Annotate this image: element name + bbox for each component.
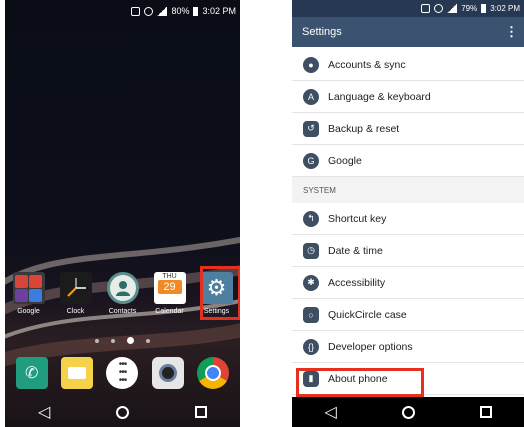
settings-item-label: Google: [328, 154, 362, 167]
status-bar: 80% 3:02 PM: [5, 0, 240, 22]
settings-item-developer-options[interactable]: {} Developer options: [292, 331, 524, 363]
camera-icon[interactable]: [151, 357, 184, 389]
signal-icon: [447, 4, 458, 13]
settings-item-accounts-sync[interactable]: ● Accounts & sync: [292, 49, 524, 81]
home-screen: 80% 3:02 PM Google Clock Contacts THU 29…: [5, 0, 240, 427]
vibrate-icon: [131, 6, 141, 16]
page-title: Settings: [302, 26, 342, 38]
google-folder-icon: [12, 272, 45, 304]
quickcircle-icon: ○: [303, 306, 319, 323]
back-icon[interactable]: ◁: [324, 402, 336, 422]
battery-percent: 80%: [171, 6, 190, 16]
settings-item-shortcut-key[interactable]: ↰ Shortcut key: [292, 203, 524, 235]
recent-apps-icon[interactable]: [195, 406, 208, 418]
clock-time: 3:02 PM: [490, 4, 520, 13]
settings-item-accessibility[interactable]: ✱ Accessibility: [292, 267, 524, 299]
settings-item-label: Accounts & sync: [328, 58, 406, 71]
clock-icon: [59, 272, 92, 304]
recent-apps-icon[interactable]: [479, 406, 492, 418]
alarm-icon: [144, 6, 154, 16]
settings-highlight-box: [200, 266, 240, 320]
app-label: Google: [17, 308, 40, 315]
contacts-icon: [106, 272, 139, 304]
more-options-icon[interactable]: ⋮: [505, 24, 518, 40]
settings-item-date-time[interactable]: ◷ Date & time: [292, 235, 524, 267]
dock: ✆ ••• ••• •••: [5, 357, 240, 389]
status-bar: 79% 3:02 PM: [292, 0, 524, 17]
settings-item-label: Backup & reset: [328, 122, 400, 135]
backup-icon: ↺: [303, 120, 319, 137]
vibrate-icon: [421, 4, 431, 13]
settings-item-quickcircle-case[interactable]: ○ QuickCircle case: [292, 299, 524, 331]
settings-item-label: Language & keyboard: [328, 90, 431, 103]
action-bar: Settings ⋮: [292, 17, 524, 47]
alarm-icon: [434, 4, 444, 13]
language-icon: A: [303, 88, 319, 105]
calendar-day: THU: [162, 273, 177, 280]
battery-icon: [481, 4, 487, 13]
shortcut-icon: ↰: [303, 210, 319, 227]
signal-icon: [157, 6, 168, 16]
apps-icon[interactable]: ••• ••• •••: [106, 357, 139, 389]
section-header-system: SYSTEM: [292, 177, 524, 203]
developer-icon: {}: [303, 338, 319, 355]
settings-screen: 79% 3:02 PM Settings ⋮ ● Accounts & sync…: [292, 0, 524, 427]
page-dot: [146, 338, 150, 343]
phone-icon[interactable]: ✆: [15, 357, 48, 389]
page-dot: [111, 338, 115, 343]
navigation-bar: ◁: [292, 397, 524, 427]
back-icon[interactable]: ◁: [38, 402, 50, 422]
navigation-bar: ◁: [5, 397, 240, 427]
settings-item-google[interactable]: G Google: [292, 145, 524, 177]
settings-item-language-keyboard[interactable]: A Language & keyboard: [292, 81, 524, 113]
settings-item-backup-reset[interactable]: ↺ Backup & reset: [292, 113, 524, 145]
app-label: Clock: [66, 308, 85, 315]
page-dot-active: [127, 337, 134, 344]
settings-item-label: Developer options: [328, 340, 413, 353]
clock-icon: ◷: [303, 242, 319, 259]
about-phone-highlight-box: [296, 368, 424, 397]
clock-time: 3:02 PM: [202, 6, 236, 16]
app-google[interactable]: Google: [5, 272, 52, 315]
calendar-icon: THU 29: [153, 272, 186, 304]
settings-list: ● Accounts & sync A Language & keyboard …: [292, 49, 524, 395]
settings-item-label: Accessibility: [328, 276, 386, 289]
app-label: Contacts: [108, 308, 137, 315]
person-icon: ●: [303, 56, 319, 73]
home-icon[interactable]: [401, 405, 415, 419]
app-label: Calendar: [155, 308, 184, 315]
chrome-icon[interactable]: [197, 357, 230, 389]
settings-item-label: QuickCircle case: [328, 308, 407, 321]
page-indicator: [95, 337, 150, 344]
app-calendar[interactable]: THU 29 Calendar: [146, 272, 193, 315]
settings-item-label: Date & time: [328, 244, 383, 257]
battery-percent: 79%: [461, 4, 478, 13]
settings-item-label: Shortcut key: [328, 212, 387, 225]
home-icon[interactable]: [116, 405, 130, 419]
accessibility-icon: ✱: [303, 274, 319, 291]
page-dot: [95, 338, 99, 343]
calendar-date: 29: [157, 280, 182, 294]
app-contacts[interactable]: Contacts: [99, 272, 146, 315]
app-clock[interactable]: Clock: [52, 272, 99, 315]
battery-icon: [193, 6, 199, 16]
messaging-icon[interactable]: [61, 357, 94, 389]
google-icon: G: [303, 152, 319, 169]
